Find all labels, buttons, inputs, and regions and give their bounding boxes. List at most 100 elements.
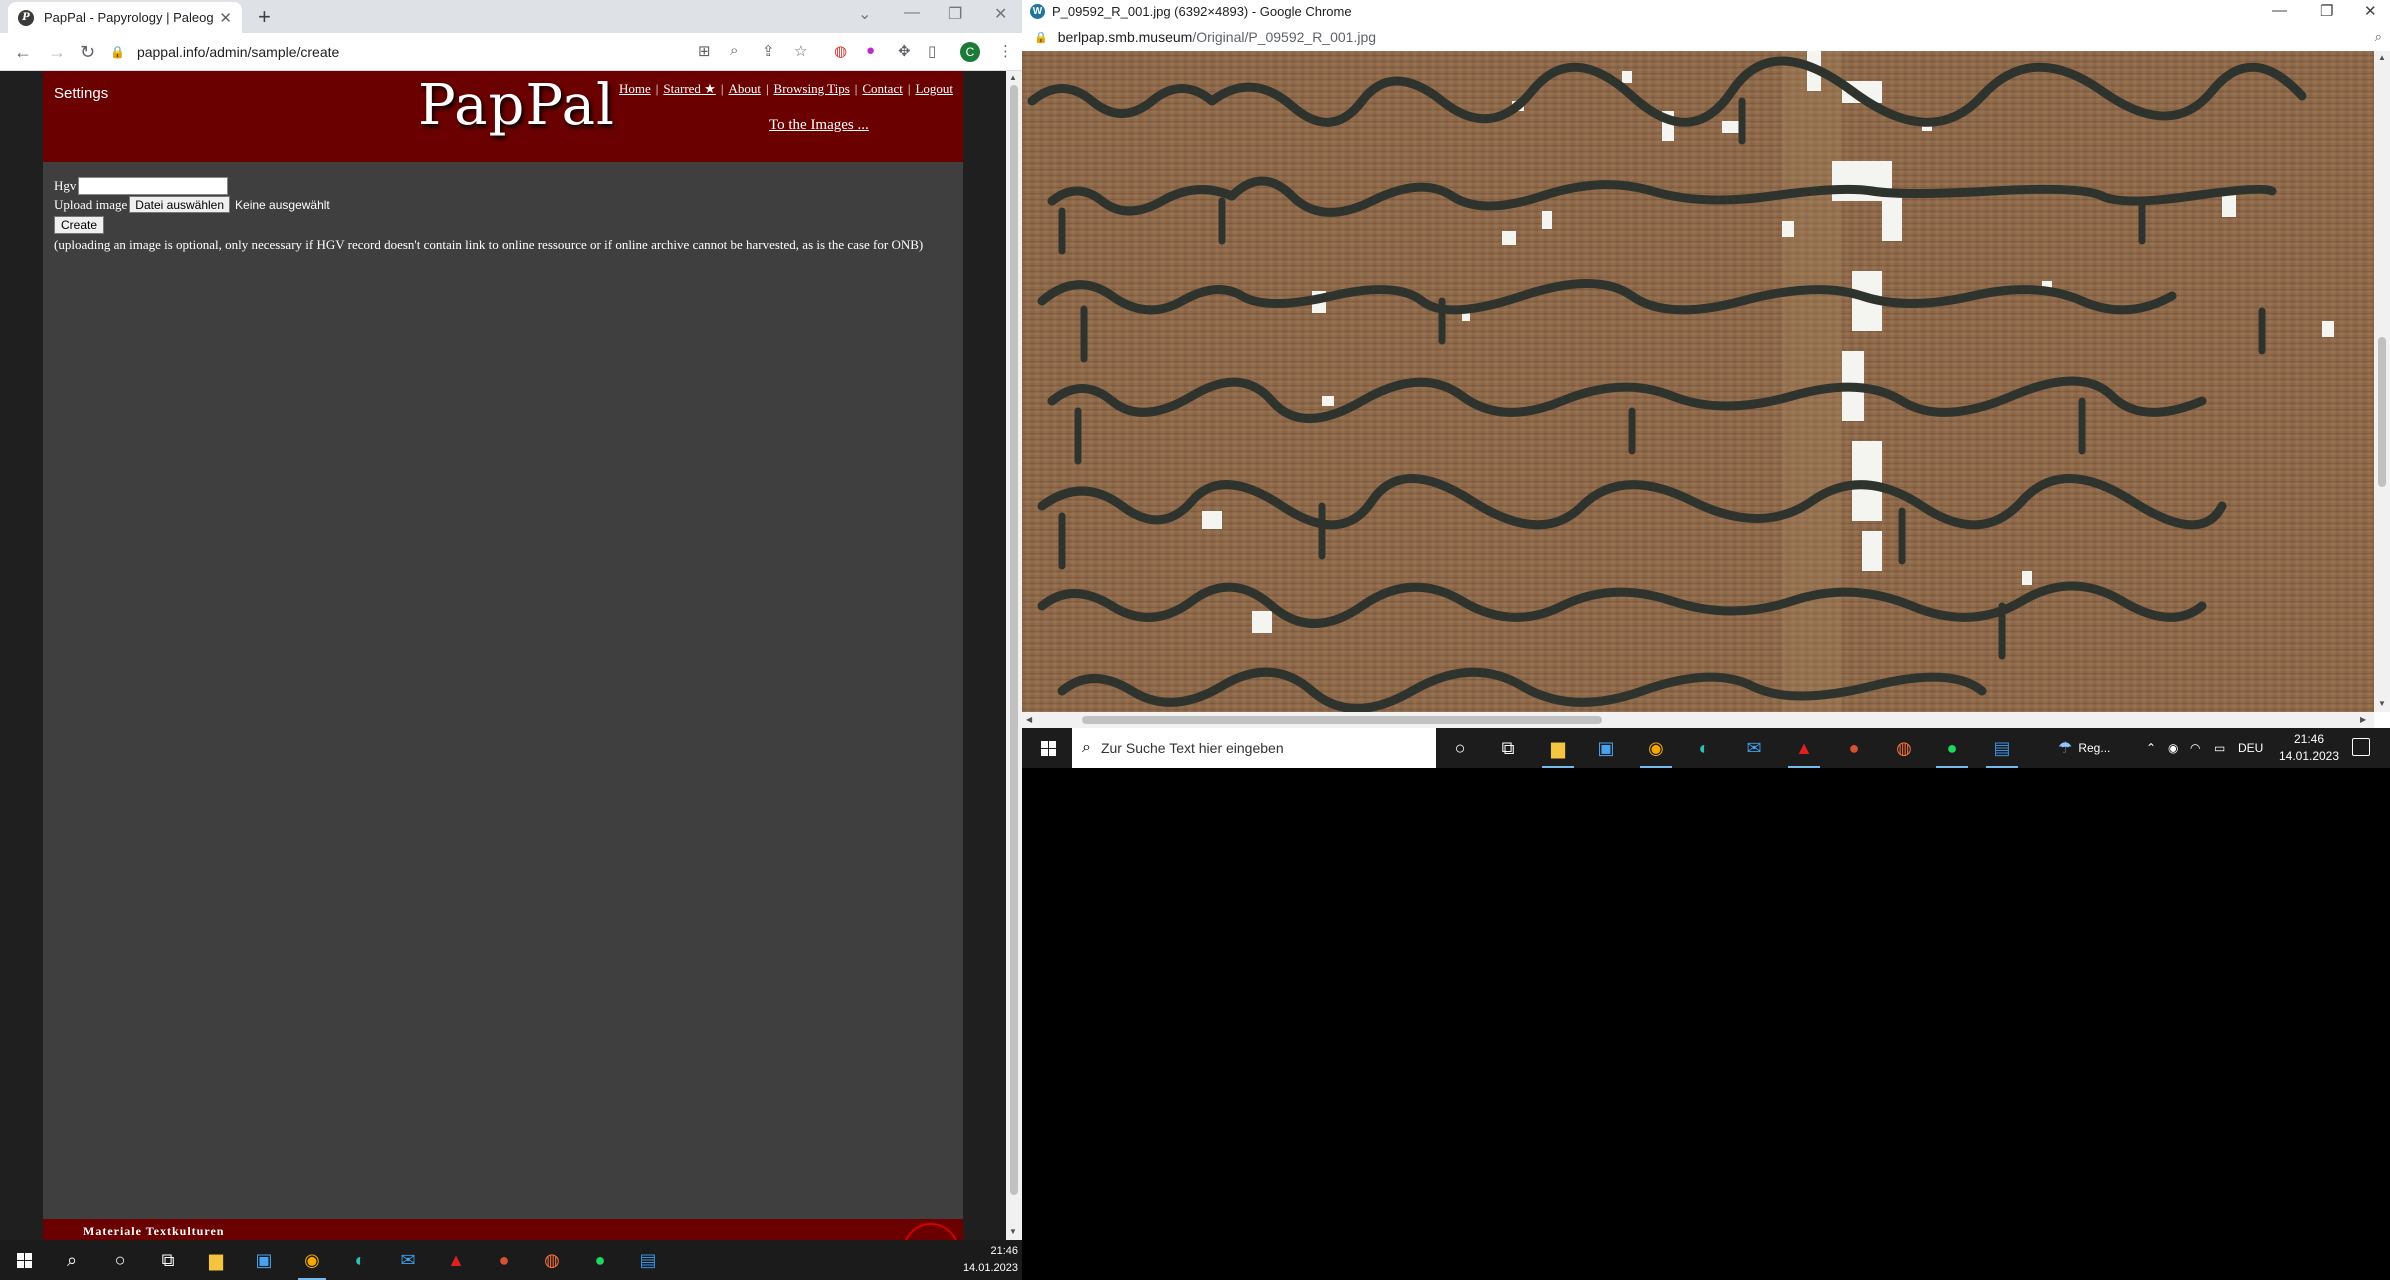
network-icon[interactable]: ◠	[2190, 728, 2200, 768]
horizontal-scrollbar[interactable]: ◀ ▶	[1022, 712, 2374, 728]
create-button[interactable]: Create	[54, 215, 105, 234]
acrobat-icon[interactable]: ▲	[432, 1240, 480, 1280]
side-panel-icon[interactable]: ▯	[928, 42, 936, 60]
scroll-right-icon[interactable]: ▶	[2360, 715, 2366, 724]
zoom-icon[interactable]: ⌕	[730, 42, 738, 59]
nav-browsing-tips[interactable]: Browsing Tips	[774, 81, 850, 96]
photos-icon[interactable]: ▤	[624, 1240, 672, 1280]
firefox-icon[interactable]: ◍	[1880, 728, 1928, 768]
file-explorer-icon[interactable]: ▆	[1534, 728, 1582, 768]
to-images-link[interactable]: To the Images ...	[769, 117, 869, 134]
right-taskbar: ⌕ Zur Suche Text hier eingeben ○ ⧉ ▆ ▣ ◉…	[1022, 728, 2390, 768]
powerpoint-icon[interactable]: ●	[480, 1240, 528, 1280]
scrollbar-thumb[interactable]	[2378, 337, 2386, 487]
store-icon[interactable]: ▣	[1582, 728, 1630, 768]
restore-icon[interactable]: ❐	[2320, 2, 2333, 20]
notification-icon[interactable]	[2352, 738, 2370, 756]
chrome-icon[interactable]: ◉	[1632, 728, 1680, 768]
language-indicator[interactable]: DEU	[2238, 728, 2263, 768]
windows-logo-icon	[16, 1252, 32, 1268]
clock-date: 14.01.2023	[962, 1262, 1018, 1274]
scroll-up-icon[interactable]: ▲	[1009, 73, 1017, 82]
reload-icon[interactable]: ↻	[80, 42, 95, 63]
extensions-puzzle-icon[interactable]: ✥	[898, 42, 911, 60]
minimize-icon[interactable]: —	[904, 4, 920, 22]
settings-link[interactable]: Settings	[54, 85, 108, 102]
vertical-scrollbar[interactable]: ▲ ▼	[2374, 51, 2390, 712]
spotify-icon[interactable]: ●	[576, 1240, 624, 1280]
close-window-icon[interactable]: ✕	[2364, 2, 2377, 20]
powerpoint-icon[interactable]: ●	[1830, 728, 1878, 768]
acrobat-icon[interactable]: ▲	[1780, 728, 1828, 768]
search-icon[interactable]: ⌕	[48, 1240, 96, 1280]
pappal-page: Settings PapPal Home | Starred ★ | About | Bro…	[43, 71, 963, 1240]
address-bar[interactable]: 🔒 pappal.info/admin/sample/create	[110, 38, 700, 66]
tab-pappal[interactable]: P PapPal - Papyrology | Paleograph ✕	[8, 2, 242, 33]
forward-arrow-icon[interactable]: →	[48, 42, 66, 63]
battery-icon[interactable]: ▭	[2214, 728, 2225, 768]
address-bar[interactable]: 🔒 berlpap.smb.museum/Original/P_09592_R_…	[1022, 23, 2390, 51]
footer-logo-circle	[903, 1223, 959, 1240]
mail-icon[interactable]: ✉	[1730, 728, 1778, 768]
task-view-icon[interactable]: ⧉	[144, 1240, 192, 1280]
translate-icon[interactable]: ⊞	[698, 42, 711, 60]
tab-search-icon[interactable]: ⌄	[858, 4, 871, 24]
hgv-input[interactable]	[78, 176, 229, 195]
tab-close-icon[interactable]: ✕	[219, 9, 232, 27]
scroll-down-icon[interactable]: ▼	[2378, 699, 2386, 708]
nav-logout[interactable]: Logout	[915, 81, 953, 96]
tray-overflow-icon[interactable]: ⌃	[2146, 728, 2156, 768]
clock[interactable]: 21:46 14.01.2023	[963, 1243, 1018, 1277]
new-tab-button[interactable]: +	[258, 4, 271, 30]
papyrus-drawing	[1022, 51, 2374, 712]
restore-icon[interactable]: ❐	[948, 4, 962, 24]
nav-about[interactable]: About	[728, 81, 761, 96]
back-arrow-icon[interactable]: ←	[14, 42, 32, 63]
bookmark-star-icon[interactable]: ☆	[794, 42, 807, 60]
search-placeholder: Zur Suche Text hier eingeben	[1100, 740, 1284, 756]
photos-icon[interactable]: ▤	[1978, 728, 2026, 768]
mail-icon[interactable]: ✉	[384, 1240, 432, 1280]
nav-starred[interactable]: Starred ★	[663, 81, 715, 96]
store-icon[interactable]: ▣	[240, 1240, 288, 1280]
clock[interactable]: 21:46 14.01.2023	[2274, 731, 2344, 765]
choose-file-button[interactable]: Datei auswählen	[129, 196, 231, 213]
nav-contact[interactable]: Contact	[862, 81, 902, 96]
edge-icon[interactable]: ◐	[336, 1240, 384, 1280]
horizontal-scrollbar-thumb[interactable]	[1082, 716, 1602, 724]
scroll-up-icon[interactable]: ▲	[2378, 53, 2386, 62]
lock-icon: 🔒	[110, 45, 125, 59]
firefox-icon[interactable]: ◍	[528, 1240, 576, 1280]
hgv-label: Hgv	[54, 177, 77, 193]
clock-date: 14.01.2023	[2278, 749, 2340, 763]
vertical-scrollbar[interactable]: ▲ ▼	[1006, 71, 1022, 1240]
profile-avatar[interactable]: C	[960, 42, 980, 62]
cortana-icon[interactable]: ○	[1436, 728, 1484, 768]
file-explorer-icon[interactable]: ▆	[192, 1240, 240, 1280]
chrome-icon[interactable]: ◉	[288, 1240, 336, 1280]
wordpress-favicon-icon: W	[1030, 4, 1045, 19]
task-view-icon[interactable]: ⧉	[1484, 728, 1532, 768]
extension-purple-icon[interactable]: ●	[866, 42, 875, 59]
start-button[interactable]	[0, 1240, 48, 1280]
window-title: P_09592_R_001.jpg (6392×4893) - Google C…	[1052, 4, 1352, 19]
scrollbar-thumb[interactable]	[1010, 85, 1018, 1195]
papyrus-image[interactable]	[1022, 51, 2390, 712]
taskbar-search-box[interactable]: ⌕ Zur Suche Text hier eingeben	[1072, 728, 1436, 768]
tray-app-icon[interactable]: ◉	[2168, 728, 2178, 768]
weather-widget[interactable]: ☂ Reg...	[2058, 728, 2110, 768]
extension-red-icon[interactable]: ◍	[834, 42, 847, 60]
edge-icon[interactable]: ◐	[1680, 728, 1728, 768]
cortana-icon[interactable]: ○	[96, 1240, 144, 1280]
close-window-icon[interactable]: ✕	[994, 4, 1007, 24]
scroll-left-icon[interactable]: ◀	[1026, 715, 1032, 724]
scroll-down-icon[interactable]: ▼	[1009, 1227, 1017, 1236]
nav-home[interactable]: Home	[619, 81, 651, 96]
menu-kebab-icon[interactable]: ⋮	[998, 42, 1013, 60]
share-icon[interactable]: ⇪	[762, 42, 775, 60]
spotify-icon[interactable]: ●	[1928, 728, 1976, 768]
zoom-icon[interactable]: ⌕	[2375, 29, 2382, 45]
minimize-icon[interactable]: —	[2272, 2, 2287, 19]
start-button[interactable]	[1028, 728, 1068, 768]
pappal-favicon-icon: P	[18, 9, 34, 26]
